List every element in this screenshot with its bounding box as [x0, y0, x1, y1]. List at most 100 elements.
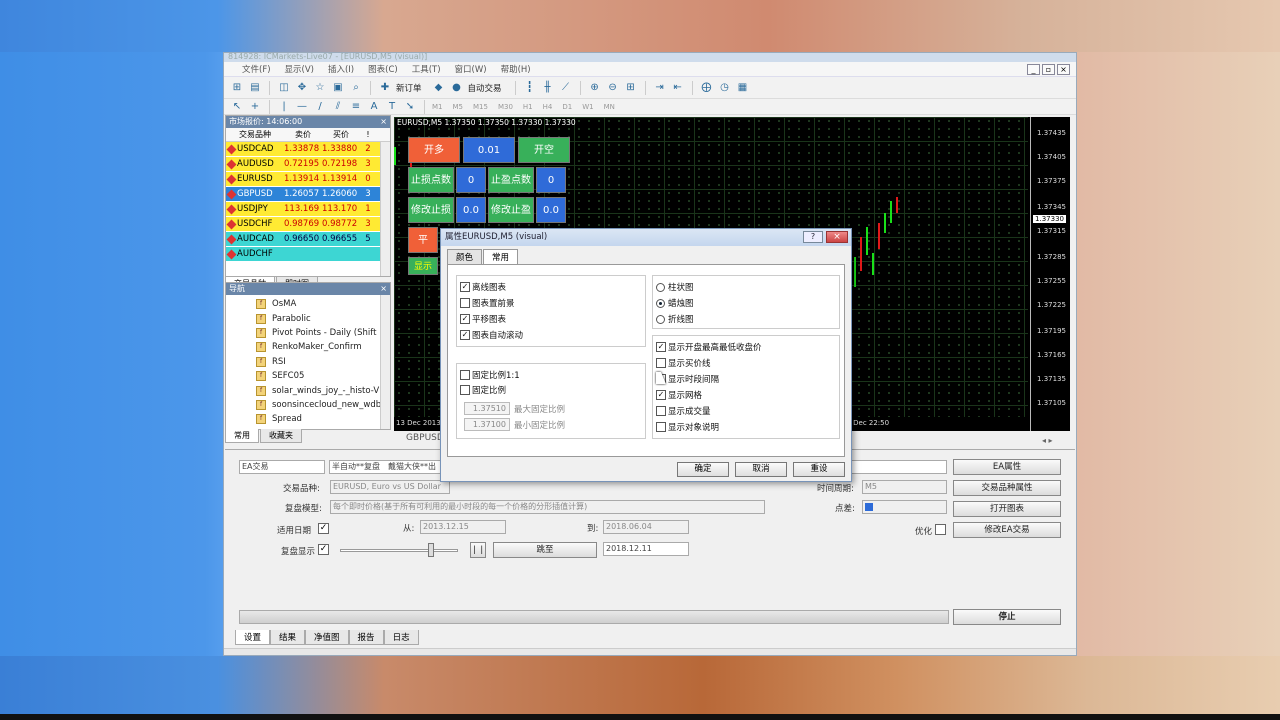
- symbol-select[interactable]: EURUSD, Euro vs US Dollar: [330, 480, 450, 494]
- option-checkbox[interactable]: 固定比例1:1: [460, 369, 520, 381]
- cursor-icon[interactable]: ↖: [230, 100, 244, 114]
- tab-common[interactable]: 常用: [483, 249, 519, 264]
- zoom-in-icon[interactable]: ⊕: [588, 81, 602, 95]
- from-date[interactable]: 2013.12.15: [420, 520, 506, 534]
- navigator-item[interactable]: f OsMA: [226, 297, 390, 311]
- show-button[interactable]: 显示: [408, 257, 438, 275]
- open-chart-button[interactable]: 打开图表: [953, 501, 1061, 517]
- menu-tools[interactable]: 工具(T): [412, 63, 441, 75]
- market-watch-row[interactable]: AUDCAD 0.96650 0.96655 5: [226, 232, 390, 247]
- text-icon[interactable]: A: [367, 100, 381, 114]
- option-checkbox[interactable]: ✓ 平移图表: [460, 313, 506, 325]
- use-date-checkbox[interactable]: ✓: [318, 523, 329, 534]
- sell-button[interactable]: 开空: [518, 137, 570, 163]
- option-checkbox[interactable]: ✓ 离线图表: [460, 281, 506, 293]
- profiles-icon[interactable]: ▤: [248, 81, 262, 95]
- channel-icon[interactable]: ⫽: [331, 100, 345, 114]
- menu-window[interactable]: 窗口(W): [455, 63, 487, 75]
- crosshair-icon[interactable]: +: [248, 100, 262, 114]
- market-watch-row[interactable]: USDJPY 113.169 113.170 1: [226, 202, 390, 217]
- ea-select[interactable]: 半自动**复盘 戴猫大侠**出: [329, 460, 449, 474]
- navigator-item[interactable]: f soonsincecloud_new_wdb: [226, 398, 390, 412]
- symbol-properties-button[interactable]: 交易品种属性: [953, 480, 1061, 496]
- tab-common[interactable]: 常用: [225, 429, 259, 443]
- stop-button[interactable]: 停止: [953, 609, 1061, 625]
- navigator-item[interactable]: f RenkoMaker_Confirm: [226, 340, 390, 354]
- zoom-out-icon[interactable]: ⊖: [606, 81, 620, 95]
- metaeditor-icon[interactable]: ◆: [432, 81, 446, 95]
- menu-help[interactable]: 帮助(H): [501, 63, 531, 75]
- navigator-item[interactable]: f RSI: [226, 355, 390, 369]
- tf-m15[interactable]: M15: [473, 103, 488, 111]
- candle-chart-icon[interactable]: ╫: [541, 81, 555, 95]
- chart-type-radio[interactable]: 柱状图: [656, 281, 694, 293]
- tf-m1[interactable]: M1: [432, 103, 443, 111]
- chart-type-radio[interactable]: 蜡烛图: [656, 297, 694, 309]
- terminal-icon[interactable]: ▣: [331, 81, 345, 95]
- lot-button[interactable]: 0.01: [463, 137, 515, 163]
- vertical-line-icon[interactable]: |: [277, 100, 291, 114]
- col-ask[interactable]: 买价: [322, 129, 360, 140]
- speed-slider-handle[interactable]: [428, 543, 434, 557]
- close-position-button[interactable]: 平: [408, 227, 438, 253]
- chart-shift-icon[interactable]: ⇤: [671, 81, 685, 95]
- option-checkbox[interactable]: ✓ 图表自动滚动: [460, 329, 523, 341]
- col-spread[interactable]: !: [360, 130, 376, 139]
- close-icon[interactable]: ×: [380, 116, 387, 128]
- fixed-max-input[interactable]: 1.37510: [464, 402, 510, 415]
- close-icon[interactable]: ×: [1057, 64, 1070, 75]
- tab-results[interactable]: 结果: [270, 630, 306, 645]
- auto-trade-icon[interactable]: ●: [450, 81, 464, 95]
- skip-date[interactable]: 2018.12.11: [603, 542, 689, 556]
- model-select[interactable]: 每个即时价格(基于所有可利用的最小时段的每一个价格的分形插值计算): [330, 500, 765, 514]
- chart-tabs-scroll-icon[interactable]: ◂ ▸: [1042, 436, 1053, 445]
- tile-windows-icon[interactable]: ⊞: [624, 81, 638, 95]
- label-icon[interactable]: T: [385, 100, 399, 114]
- tf-mn[interactable]: MN: [604, 103, 615, 111]
- templates-icon[interactable]: ▦: [736, 81, 750, 95]
- navigator-item[interactable]: f Pivot Points - Daily (Shift: [226, 326, 390, 340]
- navigator-item[interactable]: f Spread: [226, 412, 390, 426]
- tab-journal[interactable]: 日志: [383, 630, 419, 645]
- data-window-icon[interactable]: ✥: [295, 81, 309, 95]
- menu-charts[interactable]: 图表(C): [368, 63, 398, 75]
- close-icon[interactable]: ×: [380, 283, 387, 295]
- minimize-icon[interactable]: _: [1027, 64, 1040, 75]
- new-order-icon[interactable]: ✚: [378, 81, 392, 95]
- option-checkbox[interactable]: ✓ 显示开盘最高最低收盘价: [656, 341, 762, 353]
- chart-tab[interactable]: GBPUSD: [394, 433, 444, 447]
- modify-sl-value[interactable]: 0.0: [456, 197, 486, 223]
- option-checkbox[interactable]: 固定比例: [460, 384, 506, 396]
- market-watch-row[interactable]: USDCAD 1.33878 1.33880 2: [226, 142, 390, 157]
- to-date[interactable]: 2018.06.04: [603, 520, 689, 534]
- ea-properties-button[interactable]: EA属性: [953, 459, 1061, 475]
- modify-tp-button[interactable]: 修改止盈: [488, 197, 534, 223]
- sl-points-button[interactable]: 止损点数: [408, 167, 454, 193]
- tf-h1[interactable]: H1: [523, 103, 533, 111]
- ok-button[interactable]: 确定: [677, 462, 729, 477]
- new-chart-icon[interactable]: ⊞: [230, 81, 244, 95]
- col-bid[interactable]: 卖价: [284, 129, 322, 140]
- tf-m30[interactable]: M30: [498, 103, 513, 111]
- fixed-min-input[interactable]: 1.37100: [464, 418, 510, 431]
- fibo-icon[interactable]: ≡: [349, 100, 363, 114]
- help-icon[interactable]: ?: [803, 231, 823, 243]
- bar-chart-icon[interactable]: ┇: [523, 81, 537, 95]
- cancel-button[interactable]: 取消: [735, 462, 787, 477]
- auto-trade-button[interactable]: 自动交易: [468, 82, 502, 94]
- tf-h4[interactable]: H4: [543, 103, 553, 111]
- indicators-icon[interactable]: ⨁: [700, 81, 714, 95]
- periods-icon[interactable]: ◷: [718, 81, 732, 95]
- autoscroll-icon[interactable]: ⇥: [653, 81, 667, 95]
- scrollbar[interactable]: [380, 295, 390, 429]
- navigator-item[interactable]: f solar_winds_joy_-_histo-V: [226, 383, 390, 397]
- tp-value[interactable]: 0: [536, 167, 566, 193]
- col-symbol[interactable]: 交易品种: [226, 129, 284, 140]
- navigator-icon[interactable]: ☆: [313, 81, 327, 95]
- modify-tp-value[interactable]: 0.0: [536, 197, 566, 223]
- menu-file[interactable]: 文件(F): [242, 63, 271, 75]
- tester-icon[interactable]: ⌕: [349, 81, 363, 95]
- tab-settings[interactable]: 设置: [235, 630, 271, 645]
- market-watch-row[interactable]: USDCHF 0.98769 0.98772 3: [226, 217, 390, 232]
- new-order-button[interactable]: 新订单: [396, 82, 422, 94]
